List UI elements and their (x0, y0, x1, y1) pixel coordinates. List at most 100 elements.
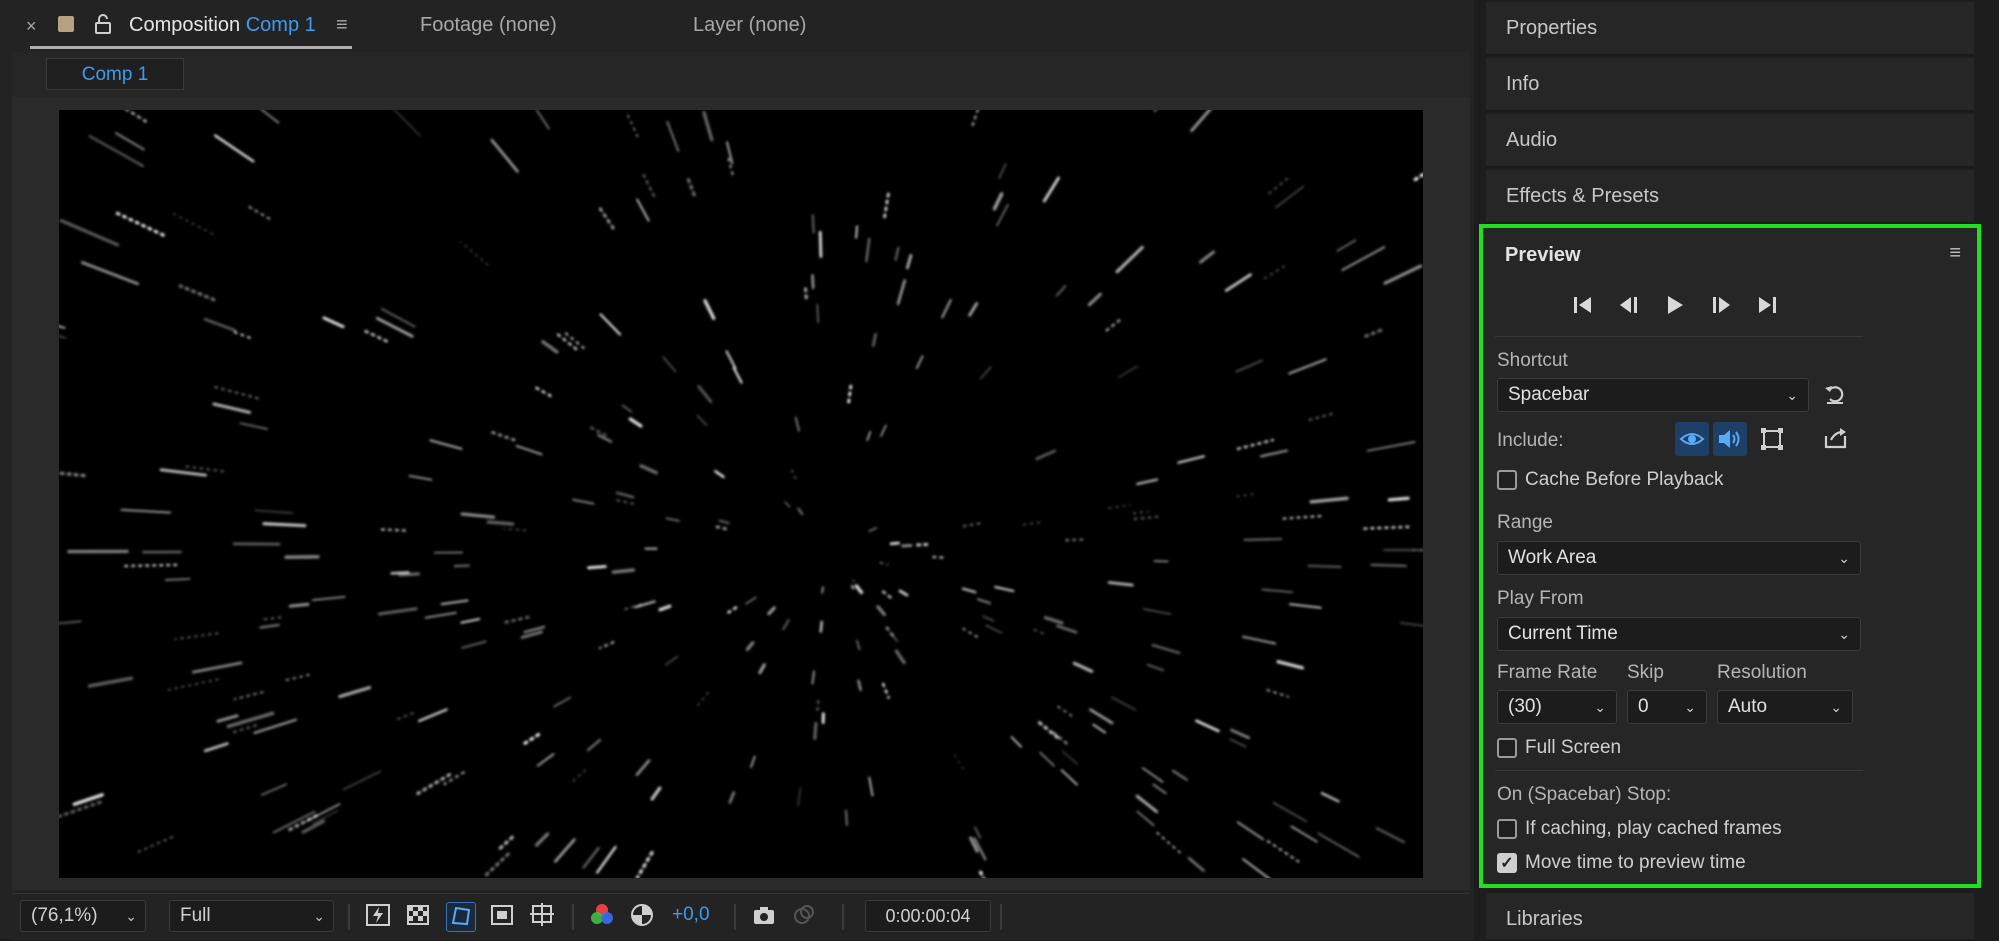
star-streak (1063, 751, 1078, 764)
star-streak (1024, 522, 1043, 525)
star-streak (205, 319, 235, 330)
star-streak (857, 586, 862, 592)
star-streak (805, 288, 806, 298)
next-frame-icon[interactable] (1709, 294, 1733, 322)
star-streak (175, 633, 218, 639)
fast-previews-icon[interactable] (364, 902, 392, 930)
shortcut-dropdown[interactable]: Spacebar ⌄ (1497, 378, 1809, 412)
star-streak (1107, 318, 1123, 331)
breadcrumb-comp[interactable]: Comp 1 (46, 58, 184, 90)
range-dropdown[interactable]: Work Area ⌄ (1497, 541, 1861, 575)
star-streak (907, 255, 911, 268)
cache-before-playback-checkbox[interactable] (1497, 470, 1517, 490)
frame-rate-dropdown[interactable]: (30) ⌄ (1497, 690, 1617, 724)
transparency-grid-icon[interactable] (404, 902, 432, 930)
panel-info[interactable]: Info (1486, 58, 1974, 112)
star-streak (492, 140, 518, 171)
channel-rgb-icon[interactable] (588, 902, 616, 930)
grid-guides-icon[interactable] (528, 902, 556, 930)
star-streak (849, 386, 851, 402)
zoom-dropdown[interactable]: (76,1%) ⌄ (20, 900, 146, 932)
lock-icon[interactable] (94, 14, 112, 34)
previous-frame-icon[interactable] (1617, 294, 1641, 322)
skip-dropdown[interactable]: 0 ⌄ (1627, 690, 1707, 724)
star-streak (564, 331, 584, 348)
color-label-icon[interactable] (58, 16, 74, 32)
star-streak (1385, 266, 1421, 283)
star-streak (419, 710, 447, 722)
star-streak (600, 642, 613, 648)
star-streak (817, 304, 818, 323)
exposure-value[interactable]: +0,0 (672, 904, 710, 926)
star-streak (822, 587, 823, 593)
include-video-eye-icon[interactable] (1675, 422, 1709, 456)
star-streak (818, 701, 819, 712)
mask-path-visibility-icon[interactable] (446, 902, 476, 932)
full-screen-label: Full Screen (1525, 737, 1621, 759)
play-from-dropdown[interactable]: Current Time ⌄ (1497, 617, 1861, 651)
star-streak (183, 466, 223, 471)
star-streak (1415, 160, 1423, 179)
star-streak (215, 387, 258, 398)
active-tab-underline (30, 46, 352, 49)
region-of-interest-icon[interactable] (488, 902, 516, 930)
preview-resolution-dropdown[interactable]: Auto ⌄ (1717, 690, 1853, 724)
current-time-display[interactable]: 0:00:00:04 (865, 900, 991, 932)
tab-composition[interactable]: Composition Comp 1 (129, 14, 316, 37)
skip-label: Skip (1627, 662, 1664, 684)
star-streak (852, 586, 855, 591)
star-streak (255, 720, 296, 733)
show-snapshot-icon[interactable] (790, 902, 818, 930)
panel-info-label: Info (1506, 73, 1539, 96)
star-streak (1371, 565, 1406, 566)
reset-shortcut-icon[interactable] (1823, 382, 1847, 412)
star-streak (262, 617, 281, 619)
star-streak (760, 665, 764, 673)
last-frame-icon[interactable] (1755, 294, 1779, 322)
panel-menu-icon[interactable]: ≡ (1949, 242, 1961, 265)
include-overlays-icon[interactable] (1755, 422, 1789, 456)
panel-libraries[interactable]: Libraries (1486, 893, 1974, 941)
export-preview-icon[interactable] (1823, 426, 1849, 456)
on-stop-label: On (Spacebar) Stop: (1497, 784, 1671, 806)
panel-effects-presets[interactable]: Effects & Presets (1486, 170, 1974, 224)
star-streak (444, 772, 463, 784)
star-streak (978, 599, 990, 603)
star-streak (59, 314, 65, 328)
if-caching-checkbox[interactable] (1497, 819, 1517, 839)
star-streak (1318, 833, 1359, 857)
star-streak (90, 136, 143, 166)
star-streak (486, 854, 509, 875)
first-frame-icon[interactable] (1571, 294, 1595, 322)
star-streak (705, 301, 714, 318)
tab-composition-label: Composition (129, 14, 240, 36)
move-time-checkbox[interactable]: ✓ (1497, 853, 1517, 873)
frame-rate-value: (30) (1508, 696, 1542, 717)
include-audio-speaker-icon[interactable] (1713, 422, 1747, 456)
star-streak (324, 318, 343, 327)
reset-exposure-icon[interactable] (628, 902, 656, 930)
star-streak (249, 207, 270, 219)
full-screen-checkbox[interactable] (1497, 738, 1517, 758)
panel-audio[interactable]: Audio (1486, 114, 1974, 168)
star-streak (1377, 828, 1404, 842)
star-streak (601, 314, 621, 334)
star-streak (502, 617, 529, 623)
composition-viewer[interactable] (59, 110, 1423, 878)
snapshot-camera-icon[interactable] (750, 902, 778, 930)
panel-menu-icon[interactable]: ≡ (336, 14, 348, 37)
panel-properties[interactable]: Properties (1486, 2, 1974, 56)
star-streak (981, 872, 991, 878)
star-streak (896, 651, 904, 663)
star-streak (813, 215, 814, 232)
star-streak (1089, 294, 1100, 305)
resolution-dropdown[interactable]: Full ⌄ (169, 900, 334, 932)
star-streak (1153, 784, 1166, 793)
tab-layer[interactable]: Layer (none) (693, 14, 806, 37)
play-icon[interactable] (1663, 294, 1687, 322)
star-streak (461, 619, 479, 623)
close-tab-icon[interactable]: × (26, 16, 37, 37)
tab-footage[interactable]: Footage (none) (420, 14, 557, 37)
star-streak (873, 334, 875, 345)
star-streak (573, 770, 586, 781)
